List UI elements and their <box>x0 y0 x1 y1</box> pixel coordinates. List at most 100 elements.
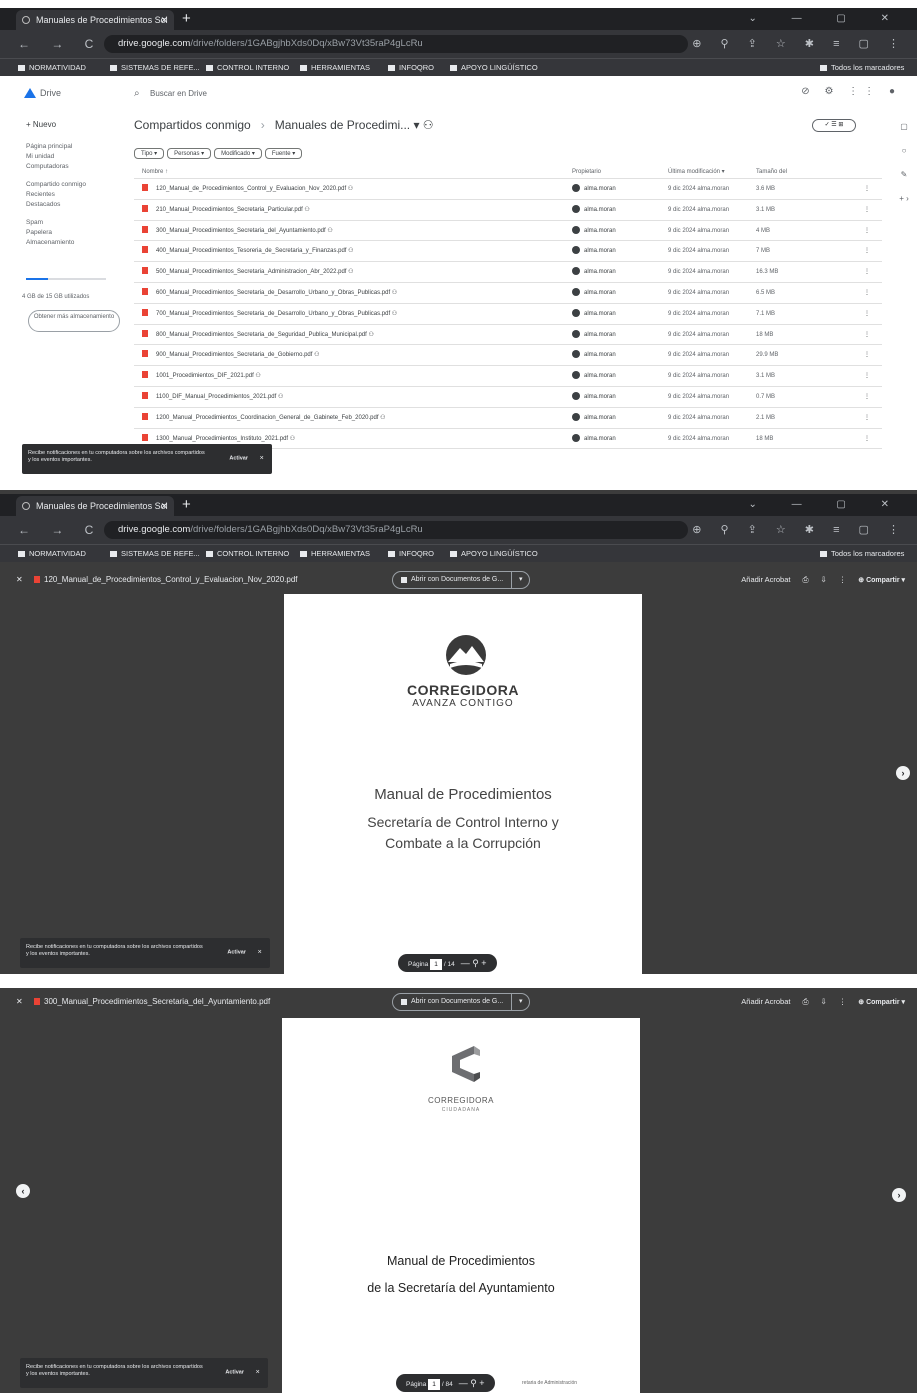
bookmark-herramientas[interactable]: HERRAMIENTAS <box>300 545 370 563</box>
row-more-icon[interactable]: ⋮ <box>864 345 874 365</box>
file-name[interactable]: 1001_Procedimientos_DIF_2021.pdf ⚇ <box>142 366 562 386</box>
window-controls[interactable]: ⌄ — ▢ ✕ <box>748 8 905 30</box>
row-more-icon[interactable]: ⋮ <box>864 262 874 282</box>
notification-activate-button[interactable]: Activar <box>229 456 248 463</box>
row-more-icon[interactable]: ⋮ <box>864 429 874 449</box>
drive-logo[interactable]: Drive <box>24 88 61 98</box>
browser-tab[interactable]: Manuales de Procedimientos Sol ✕ <box>16 10 174 30</box>
bookmark-normatividad[interactable]: NORMATIVIDAD <box>18 59 86 77</box>
sidebar-item-shared[interactable]: Compartido conmigo <box>26 180 121 190</box>
row-more-icon[interactable]: ⋮ <box>864 408 874 428</box>
table-row[interactable]: 1200_Manual_Procedimientos_Coordinacion_… <box>134 408 882 429</box>
url-field[interactable]: drive.google.com/drive/folders/1GABgjhbX… <box>104 521 688 539</box>
bookmark-apoyo-linguistico[interactable]: APOYO LINGÜÍSTICO <box>450 59 538 77</box>
filter-type[interactable]: Tipo ▾ <box>134 148 165 159</box>
open-with-button[interactable]: Abrir con Documentos de G... ▾ <box>392 993 531 1011</box>
bookmark-all[interactable]: Todos los marcadores <box>820 59 904 77</box>
table-row[interactable]: 500_Manual_Procedimientos_Secretaria_Adm… <box>134 262 882 283</box>
bookmark-normatividad[interactable]: NORMATIVIDAD <box>18 545 86 563</box>
side-rail-icons[interactable]: ▢ ○ ✎ + › <box>898 115 910 211</box>
row-more-icon[interactable]: ⋮ <box>864 221 874 241</box>
share-button[interactable]: ⊕ Compartir ▾ <box>858 993 905 1013</box>
page-number-input[interactable]: 1 <box>428 1379 440 1390</box>
tab-close-icon[interactable]: ✕ <box>160 10 168 30</box>
row-more-icon[interactable]: ⋮ <box>864 179 874 199</box>
row-more-icon[interactable]: ⋮ <box>864 200 874 220</box>
col-name[interactable]: Nombre ↑ <box>142 165 562 179</box>
file-name[interactable]: 800_Manual_Procedimientos_Secretaria_de_… <box>142 325 562 345</box>
bookmark-control-interno[interactable]: CONTROL INTERNO <box>206 545 289 563</box>
next-file-arrow-icon[interactable]: › <box>892 1188 906 1202</box>
zoom-controls[interactable]: — ⚲ + <box>459 1378 485 1388</box>
sidebar-item-recent[interactable]: Recientes <box>26 190 121 200</box>
table-row[interactable]: 1100_DIF_Manual_Procedimientos_2021.pdf … <box>134 387 882 408</box>
breadcrumb-folder[interactable]: Manuales de Procedimi... ▾ ⚇ <box>275 118 434 132</box>
filter-source[interactable]: Fuente ▾ <box>264 148 303 159</box>
sidebar-item-home[interactable]: Página principal <box>26 142 121 152</box>
drive-search-input[interactable]: Buscar en Drive <box>130 84 850 104</box>
bookmark-sistemas[interactable]: SISTEMAS DE REFE... <box>110 545 200 563</box>
sidebar-item-storage[interactable]: Almacenamiento <box>26 238 121 248</box>
notification-activate-button[interactable]: Activar <box>227 950 246 957</box>
file-name[interactable]: 900_Manual_Procedimientos_Secretaria_de_… <box>142 345 562 365</box>
file-name[interactable]: 120_Manual_de_Procedimientos_Control_y_E… <box>142 179 562 199</box>
drive-header-icons[interactable]: ⊘ ⚙ ⋮⋮ ● <box>801 86 901 97</box>
bookmark-herramientas[interactable]: HERRAMIENTAS <box>300 59 370 77</box>
add-acrobat-button[interactable]: Añadir Acrobat <box>741 997 790 1006</box>
table-row[interactable]: 1001_Procedimientos_DIF_2021.pdf ⚇ alma.m… <box>134 366 882 387</box>
get-storage-button[interactable]: Obtener más almacenamiento <box>28 310 120 332</box>
bookmark-sistemas[interactable]: SISTEMAS DE REFE... <box>110 59 200 77</box>
file-name[interactable]: 210_Manual_Procedimientos_Secretaria_Par… <box>142 200 562 220</box>
row-more-icon[interactable]: ⋮ <box>864 241 874 261</box>
add-acrobat-button[interactable]: Añadir Acrobat <box>741 575 790 584</box>
more-icon[interactable]: ⋮ <box>839 575 847 584</box>
window-controls[interactable]: ⌄ — ▢ ✕ <box>748 494 905 516</box>
table-row[interactable]: 900_Manual_Procedimientos_Secretaria_de_… <box>134 345 882 367</box>
sidebar-item-trash[interactable]: Papelera <box>26 228 121 238</box>
file-name[interactable]: 600_Manual_Procedimientos_Secretaria_de_… <box>142 283 562 303</box>
url-field[interactable]: drive.google.com/drive/folders/1GABgjhbX… <box>104 35 688 53</box>
file-name[interactable]: 700_Manual_Procedimientos_Secretaria_de_… <box>142 304 562 324</box>
download-icon[interactable]: ⇩ <box>820 575 826 584</box>
file-name[interactable]: 500_Manual_Procedimientos_Secretaria_Adm… <box>142 262 562 282</box>
table-row[interactable]: 120_Manual_de_Procedimientos_Control_y_E… <box>134 179 882 200</box>
open-with-dropdown-icon[interactable]: ▾ <box>511 994 529 1010</box>
zoom-controls[interactable]: — ⚲ + <box>461 958 487 968</box>
more-icon[interactable]: ⋮ <box>839 997 847 1006</box>
view-toggle[interactable]: ✓ ☰ ⊞ <box>812 119 856 132</box>
sidebar-item-computers[interactable]: Computadoras <box>26 162 121 172</box>
new-tab-button[interactable]: + <box>182 8 191 30</box>
row-more-icon[interactable]: ⋮ <box>864 387 874 407</box>
row-more-icon[interactable]: ⋮ <box>864 283 874 303</box>
prev-file-arrow-icon[interactable]: ‹ <box>16 1184 30 1198</box>
row-more-icon[interactable]: ⋮ <box>864 366 874 386</box>
sidebar-item-my-drive[interactable]: Mi unidad <box>26 152 121 162</box>
next-file-arrow-icon[interactable]: › <box>896 766 910 780</box>
notification-activate-button[interactable]: Activar <box>225 1370 244 1377</box>
browser-toolbar-icons[interactable]: ⊕ ⚲ ⇪ ☆ ✱ ≡ ▢ ⋮ <box>692 516 907 544</box>
notification-close-icon[interactable]: ✕ <box>259 456 264 463</box>
file-name[interactable]: 400_Manual_Procedimientos_Tesoreria_de_S… <box>142 241 562 261</box>
close-viewer-icon[interactable]: ✕ <box>16 992 23 1012</box>
bookmark-infoqro[interactable]: INFOQRO <box>388 59 434 77</box>
table-row[interactable]: 210_Manual_Procedimientos_Secretaria_Par… <box>134 200 882 221</box>
table-row[interactable]: 400_Manual_Procedimientos_Tesoreria_de_S… <box>134 241 882 263</box>
browser-tab[interactable]: Manuales de Procedimientos Sol ✕ <box>16 496 174 516</box>
new-button[interactable]: + Nuevo <box>26 120 56 129</box>
print-icon[interactable]: ⎙ <box>802 997 808 1006</box>
open-with-dropdown-icon[interactable]: ▾ <box>511 572 529 588</box>
bookmark-apoyo-linguistico[interactable]: APOYO LINGÜÍSTICO <box>450 545 538 563</box>
filter-people[interactable]: Personas ▾ <box>167 148 212 159</box>
row-more-icon[interactable]: ⋮ <box>864 325 874 345</box>
sidebar-item-starred[interactable]: Destacados <box>26 200 121 210</box>
table-row[interactable]: 300_Manual_Procedimientos_Secretaria_del… <box>134 221 882 242</box>
new-tab-button[interactable]: + <box>182 494 191 516</box>
table-row[interactable]: 600_Manual_Procedimientos_Secretaria_de_… <box>134 283 882 304</box>
browser-toolbar-icons[interactable]: ⊕ ⚲ ⇪ ☆ ✱ ≡ ▢ ⋮ <box>692 30 907 58</box>
close-viewer-icon[interactable]: ✕ <box>16 570 23 590</box>
file-name[interactable]: 1200_Manual_Procedimientos_Coordinacion_… <box>142 408 562 428</box>
tab-close-icon[interactable]: ✕ <box>160 496 168 516</box>
download-icon[interactable]: ⇩ <box>820 997 826 1006</box>
sidebar-item-spam[interactable]: Spam <box>26 218 121 228</box>
col-modified[interactable]: Última modificación ▾ <box>668 165 758 179</box>
